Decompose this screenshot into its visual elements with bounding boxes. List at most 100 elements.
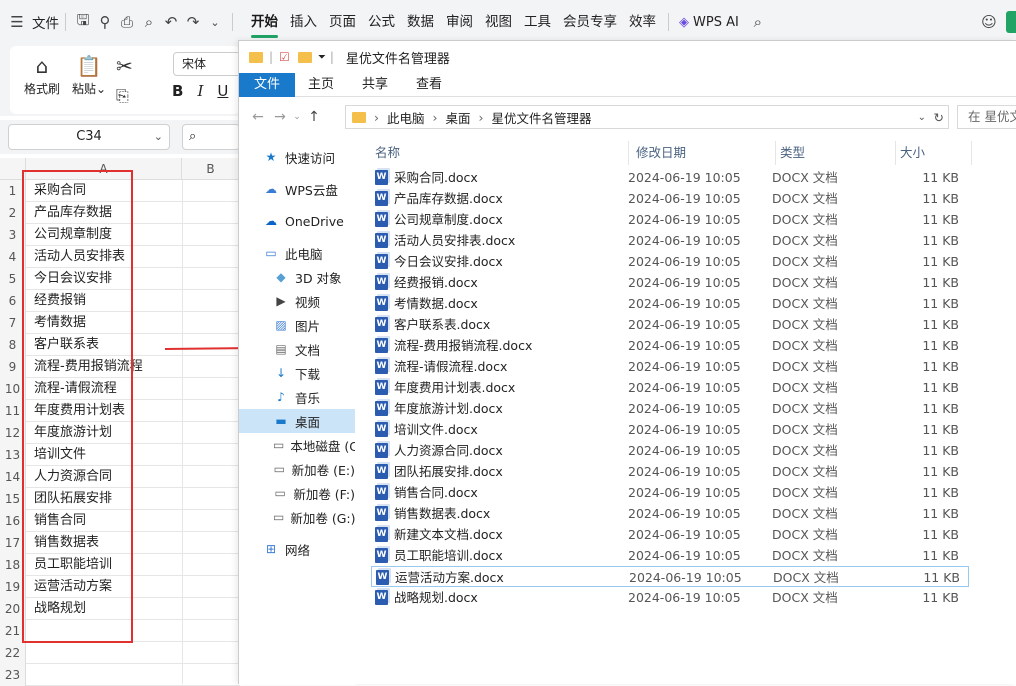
cell-a[interactable]: 今日会议安排 (34, 268, 112, 290)
account-badge[interactable] (1006, 11, 1016, 33)
cell-a[interactable]: 经费报销 (34, 290, 86, 312)
wps-ai-icon[interactable]: ◈ (679, 15, 689, 30)
menu-tab[interactable]: 插入 (284, 0, 323, 44)
nav-item[interactable]: ▭ 本地磁盘 (C (239, 433, 355, 457)
cell-a[interactable]: 人力资源合同 (34, 466, 112, 488)
menu-tab[interactable]: 审阅 (440, 0, 479, 44)
cell-a[interactable]: 培训文件 (34, 444, 86, 466)
properties-icon[interactable]: ☑ (279, 50, 290, 64)
column-date-header[interactable]: 修改日期 (636, 141, 776, 165)
file-row[interactable]: W 战略规划.docx 2024-06-19 10:05 DOCX 文档 11 KB (371, 587, 969, 608)
nav-item[interactable]: ▭ 此电脑 (239, 241, 355, 265)
nav-item[interactable]: ⊞ 网络 (239, 537, 355, 561)
file-row[interactable]: W 今日会议安排.docx 2024-06-19 10:05 DOCX 文档 11 KB (371, 251, 969, 272)
cell-a[interactable]: 采购合同 (34, 180, 86, 202)
row-number[interactable]: 4 (0, 246, 26, 268)
cell-a[interactable]: 年度费用计划表 (34, 400, 125, 422)
row-number[interactable]: 22 (0, 642, 26, 664)
name-box[interactable]: C34 ⌄ (8, 124, 170, 150)
cell-a[interactable]: 运营活动方案 (34, 576, 112, 598)
file-row[interactable]: W 新建文本文档.docx 2024-06-19 10:05 DOCX 文档 11 KB (371, 524, 969, 545)
cell-a[interactable]: 产品库存数据 (34, 202, 112, 224)
file-row[interactable]: W 运营活动方案.docx 2024-06-19 10:05 DOCX 文档 11 KB (371, 566, 969, 587)
format-painter-button[interactable]: ⌂ 格式刷 (24, 52, 60, 97)
paste-button[interactable]: 📋 粘贴⌄ (72, 52, 106, 97)
cell-a[interactable]: 流程-请假流程 (34, 378, 117, 400)
nav-item[interactable]: ▶ 视频 (239, 289, 355, 313)
cell-a[interactable]: 员工职能培训 (34, 554, 112, 576)
column-type-header[interactable]: 类型 (780, 141, 896, 165)
file-row[interactable]: W 培训文件.docx 2024-06-19 10:05 DOCX 文档 11 KB (371, 419, 969, 440)
cell-a[interactable]: 年度旅游计划 (34, 422, 112, 444)
nav-item[interactable]: ▬ 桌面 (239, 409, 355, 433)
select-all-corner[interactable] (0, 158, 26, 180)
menu-tab[interactable]: 页面 (323, 0, 362, 44)
chevron-down-icon[interactable]: ⌄ (918, 112, 926, 123)
row-number[interactable]: 9 (0, 356, 26, 378)
breadcrumb-folder[interactable]: 星优文件名管理器 (492, 108, 592, 127)
tab-view[interactable]: 查看 (411, 73, 447, 97)
row-number[interactable]: 6 (0, 290, 26, 312)
new-folder-icon[interactable] (297, 51, 312, 63)
file-row[interactable]: W 产品库存数据.docx 2024-06-19 10:05 DOCX 文档 11 KB (371, 188, 969, 209)
file-row[interactable]: W 年度费用计划表.docx 2024-06-19 10:05 DOCX 文档 11 K… (371, 377, 969, 398)
row-number[interactable]: 3 (0, 224, 26, 246)
chat-icon[interactable]: ☺ (978, 11, 1000, 33)
print-preview-icon[interactable]: ⌕ (138, 11, 160, 33)
nav-item[interactable]: ▭ 新加卷 (F:) (239, 481, 355, 505)
cell-a[interactable]: 销售合同 (34, 510, 86, 532)
tab-home[interactable]: 主页 (303, 73, 339, 97)
wps-ai-button[interactable]: WPS AI (693, 15, 739, 30)
back-icon[interactable]: ← (247, 109, 269, 125)
file-row[interactable]: W 年度旅游计划.docx 2024-06-19 10:05 DOCX 文档 11 KB (371, 398, 969, 419)
cell-a[interactable]: 公司规章制度 (34, 224, 112, 246)
cell-a[interactable]: 考情数据 (34, 312, 86, 334)
row-number[interactable]: 19 (0, 576, 26, 598)
font-name-select[interactable]: 宋体 (173, 52, 243, 76)
file-row[interactable]: W 流程-请假流程.docx 2024-06-19 10:05 DOCX 文档 11 K… (371, 356, 969, 377)
column-header-b[interactable]: B (182, 158, 240, 180)
menu-hamburger-icon[interactable]: ☰ (6, 11, 28, 33)
row-number[interactable]: 2 (0, 202, 26, 224)
chevron-down-icon[interactable]: ⌄ (204, 11, 226, 33)
save-icon[interactable]: 🖫 (72, 11, 94, 33)
refresh-icon[interactable]: ↻ (934, 110, 944, 125)
file-row[interactable]: W 流程-费用报销流程.docx 2024-06-19 10:05 DOCX 文档 11… (371, 335, 969, 356)
nav-item[interactable]: ★ 快速访问 (239, 145, 355, 169)
column-header-a[interactable]: A (26, 158, 182, 180)
menu-file[interactable]: 文件 (32, 12, 59, 32)
row-number[interactable]: 14 (0, 466, 26, 488)
nav-item[interactable]: ▭ 新加卷 (G:) (239, 505, 355, 529)
menu-tab[interactable]: 数据 (401, 0, 440, 44)
nav-item[interactable]: ▨ 图片 (239, 313, 355, 337)
file-row[interactable]: W 公司规章制度.docx 2024-06-19 10:05 DOCX 文档 11 KB (371, 209, 969, 230)
nav-item[interactable]: ☁ OneDrive (239, 209, 355, 233)
cell-a[interactable]: 活动人员安排表 (34, 246, 125, 268)
chevron-down-icon[interactable]: ⏷ (318, 52, 326, 63)
print-icon[interactable]: ⎙ (116, 11, 138, 33)
menu-tab[interactable]: 公式 (362, 0, 401, 44)
file-row[interactable]: W 销售数据表.docx 2024-06-19 10:05 DOCX 文档 11 KB (371, 503, 969, 524)
row-number[interactable]: 21 (0, 620, 26, 642)
menu-tab[interactable]: 视图 (479, 0, 518, 44)
tab-share[interactable]: 共享 (357, 73, 393, 97)
menu-tab[interactable]: 开始 (245, 0, 284, 44)
recent-icon[interactable]: ⌄ (291, 112, 303, 122)
underline-button[interactable]: U (217, 82, 228, 100)
file-row[interactable]: W 经费报销.docx 2024-06-19 10:05 DOCX 文档 11 KB (371, 272, 969, 293)
row-number[interactable]: 16 (0, 510, 26, 532)
cell-a[interactable]: 销售数据表 (34, 532, 99, 554)
file-row[interactable]: W 销售合同.docx 2024-06-19 10:05 DOCX 文档 11 KB (371, 482, 969, 503)
cell-a[interactable]: 战略规划 (34, 598, 86, 620)
row-number[interactable]: 1 (0, 180, 26, 202)
cut-button[interactable]: ✂ (116, 52, 133, 80)
nav-item[interactable]: ↓ 下载 (239, 361, 355, 385)
breadcrumb-desktop[interactable]: 桌面 (446, 108, 471, 127)
nav-item[interactable]: ▭ 新加卷 (E:) (239, 457, 355, 481)
row-number[interactable]: 20 (0, 598, 26, 620)
address-bar[interactable]: › 此电脑 › 桌面 › 星优文件名管理器 ⌄ ↻ (345, 105, 949, 129)
nav-item[interactable]: ♪ 音乐 (239, 385, 355, 409)
up-icon[interactable]: ↑ (303, 109, 325, 125)
undo-icon[interactable]: ↶ (160, 11, 182, 33)
row-number[interactable]: 15 (0, 488, 26, 510)
